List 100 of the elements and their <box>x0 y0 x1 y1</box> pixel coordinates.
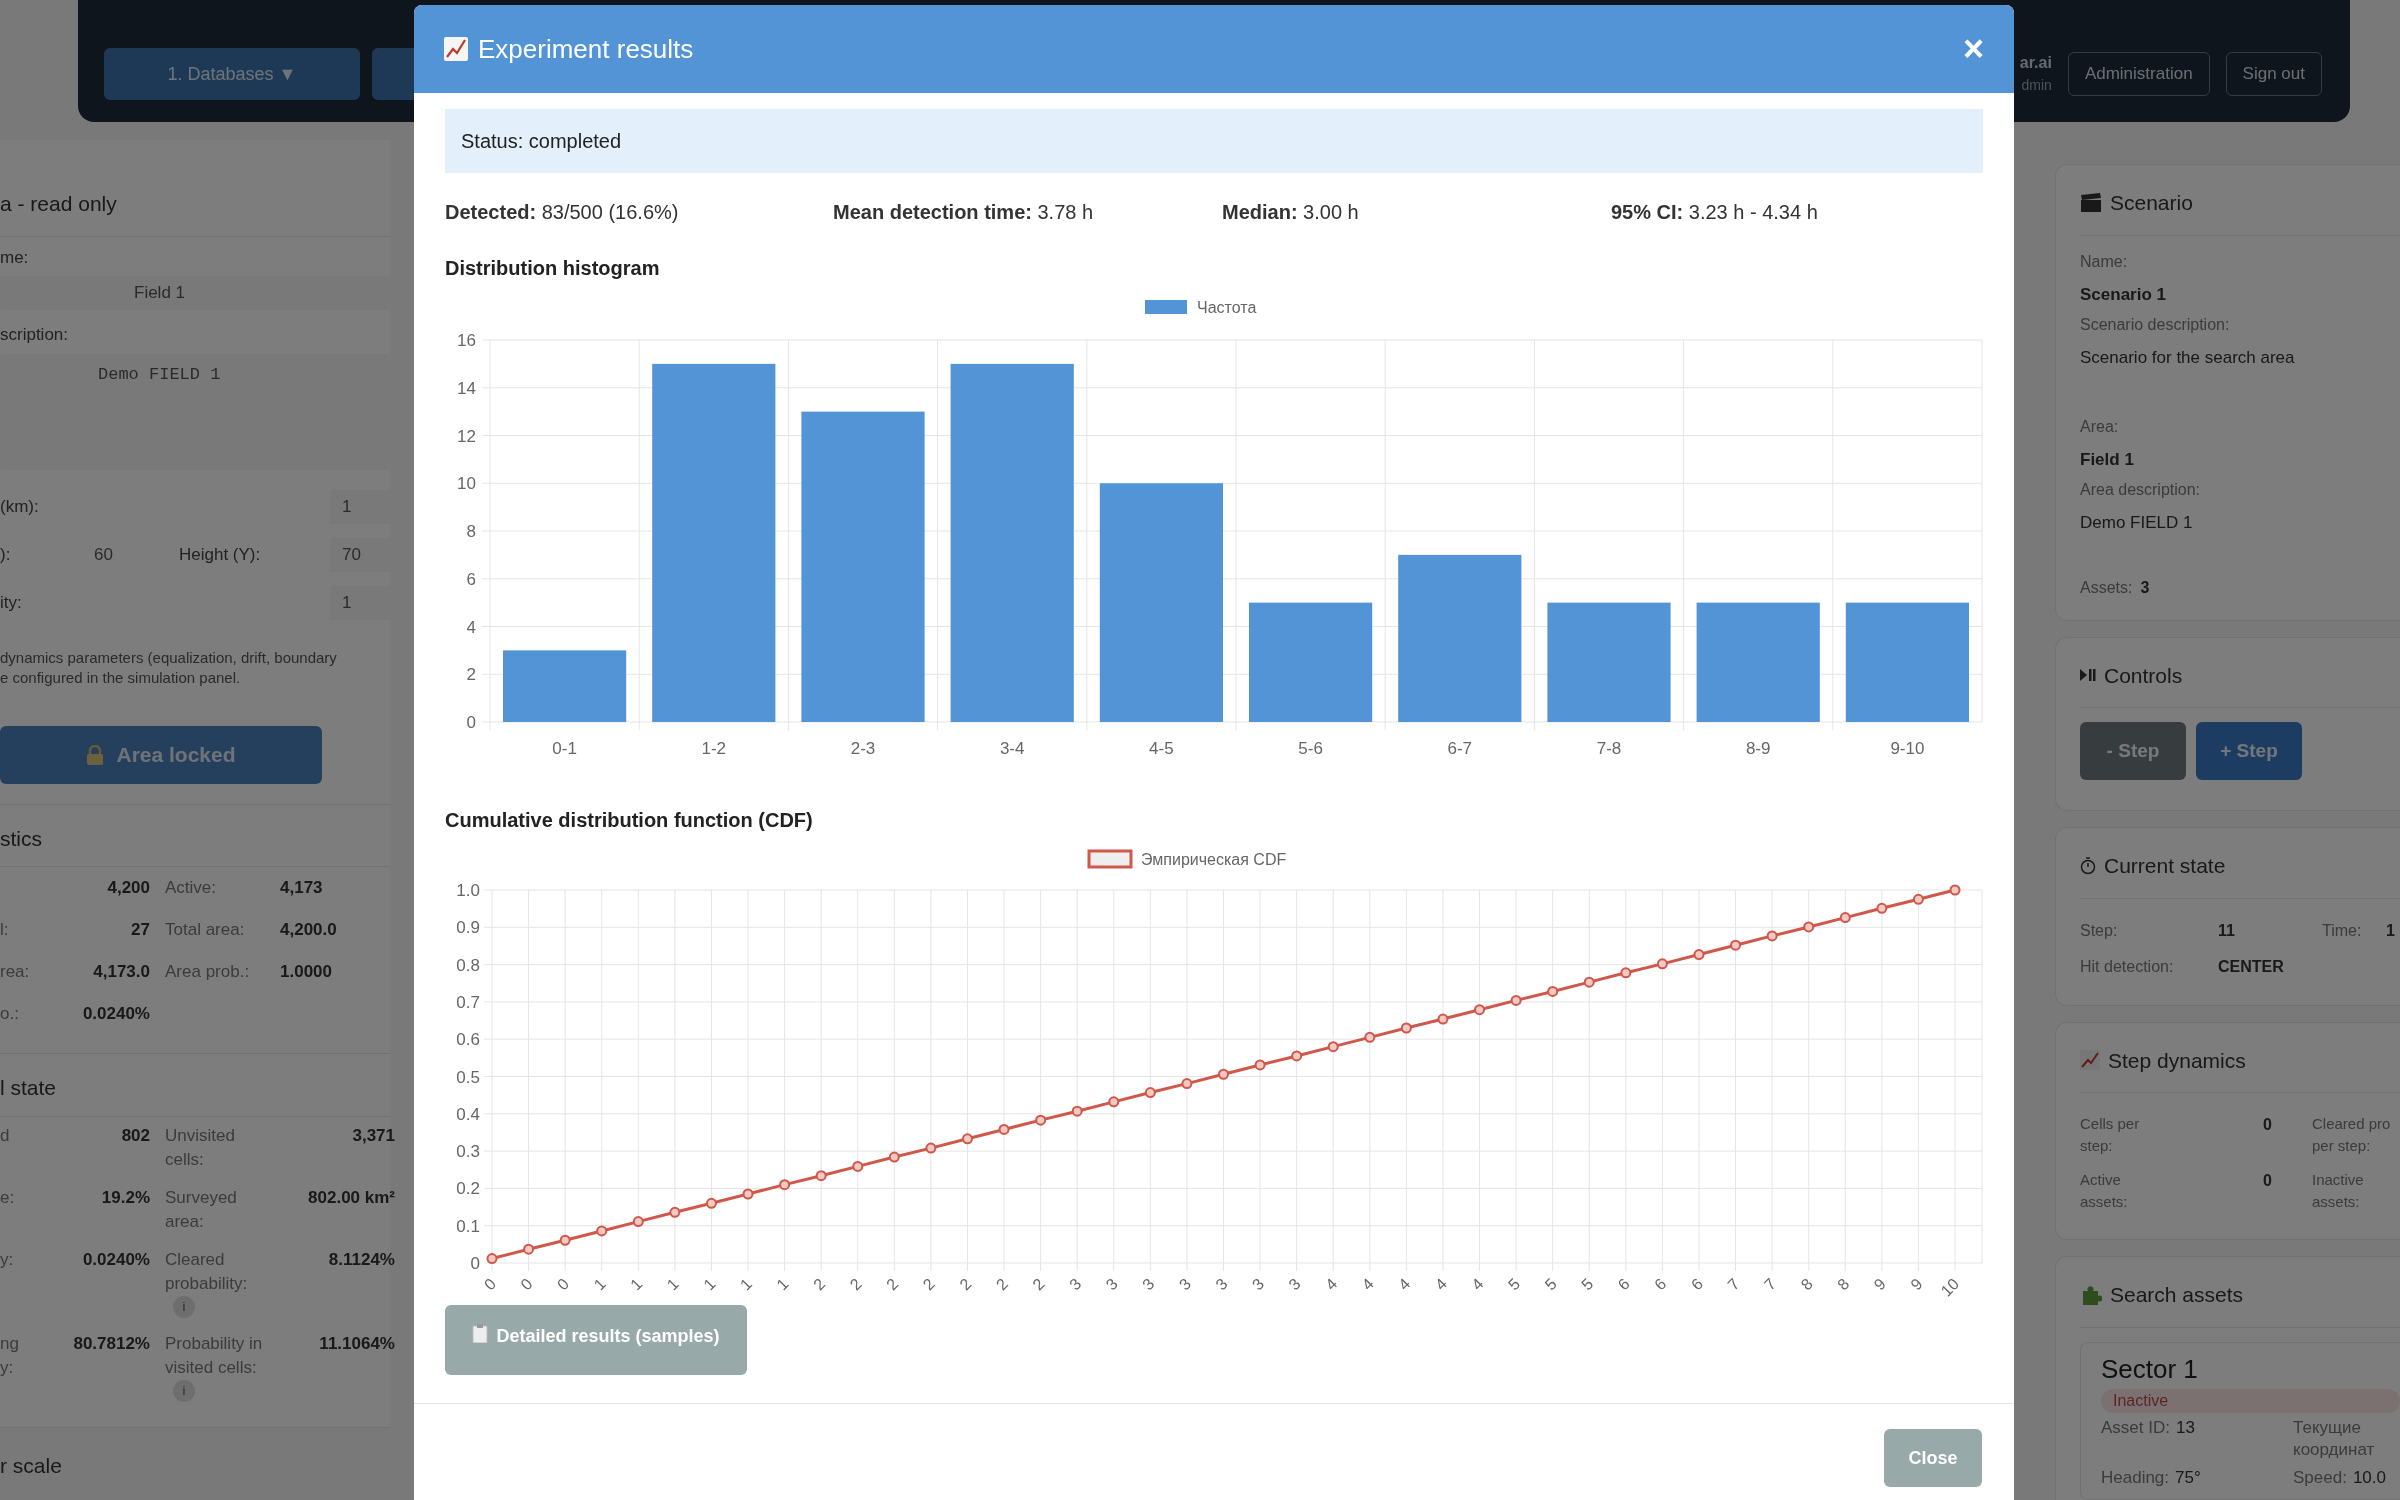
user-role: dmin <box>2021 76 2052 95</box>
axis-label: 0.9 <box>456 918 480 938</box>
data-point <box>742 1188 754 1200</box>
dialog-title: Experiment results <box>478 32 694 66</box>
axis-label: 0.3 <box>456 1142 480 1162</box>
panel-title: Search assets <box>2110 1282 2244 1308</box>
step-button[interactable]: + Step <box>2196 722 2302 780</box>
stat-value: 0.0240% <box>82 1248 150 1271</box>
axis-label: 5 <box>1504 1275 1524 1294</box>
stat-label: e: <box>0 1186 15 1209</box>
axis-label: 14 <box>457 378 476 398</box>
axis-label: 3 <box>1175 1275 1195 1294</box>
close-button[interactable]: × <box>1962 31 1984 67</box>
stat-value: 802.00 km² <box>308 1186 395 1209</box>
stat-value: 11.1064% <box>319 1332 395 1355</box>
chart-icon <box>2080 1050 2100 1071</box>
step-button[interactable]: - Step <box>2080 722 2186 780</box>
number-field[interactable]: 60 <box>94 541 179 568</box>
data-point <box>1620 967 1632 979</box>
panel-title: Step dynamics <box>2108 1047 2246 1074</box>
axis-label: 0 <box>466 713 476 732</box>
stat-value: 4,173 <box>280 877 323 899</box>
data-point <box>1730 939 1742 951</box>
result-stat: 95% CI: 3.23 h - 4.34 h <box>1611 200 1818 225</box>
header-button[interactable]: Sign out <box>2225 51 2322 96</box>
axis-label: 1 <box>590 1275 609 1294</box>
axis-label: 4 <box>1468 1275 1487 1294</box>
stat-value: 0 <box>2263 1171 2272 1191</box>
stat-label: Probability in visited cells: <box>165 1332 263 1379</box>
nav-button[interactable]: 1. Databases ▼ <box>104 48 360 100</box>
stat-label: Inactive assets: <box>2312 1170 2364 1212</box>
axis-label: 12 <box>457 426 476 446</box>
asset-value: 75° <box>2175 1466 2201 1489</box>
field-label: Height (Y): <box>179 543 261 566</box>
data-point <box>1254 1059 1266 1071</box>
stat-value: 27 <box>131 919 150 941</box>
data-point <box>705 1197 717 1209</box>
data-point <box>1291 1050 1303 1062</box>
number-field[interactable]: 1 <box>330 585 390 620</box>
close-button[interactable]: Close <box>1884 1429 1982 1487</box>
legend-label: Эмпирическая CDF <box>1141 851 1287 868</box>
data-point <box>632 1216 644 1228</box>
axis-label: 6 <box>1651 1275 1670 1294</box>
stat-label: ng y: <box>0 1332 19 1379</box>
result-stat: Detected: 83/500 (16.6%) <box>445 200 680 225</box>
user-name: ar.ai <box>2019 53 2052 73</box>
stat-label: Cells per step: <box>2080 1114 2140 1156</box>
axis-label: 3-4 <box>999 739 1025 758</box>
stat-label: d <box>0 1124 10 1147</box>
axis-label: 5 <box>1578 1275 1597 1294</box>
data-point <box>1071 1105 1083 1117</box>
axis-label: 1 <box>627 1275 646 1294</box>
axis-label: 0.8 <box>456 955 480 975</box>
stat-value: 1.0000 <box>280 961 332 983</box>
result-stat: Mean detection time: 3.78 h <box>833 200 1095 225</box>
status-message: Status: completed <box>445 109 1983 173</box>
axis-label: 10 <box>457 474 476 494</box>
axis-label: 0.4 <box>456 1104 480 1124</box>
axis-label: 3 <box>1285 1275 1304 1294</box>
stat-value: 11 <box>2218 920 2235 941</box>
data-point <box>815 1170 827 1182</box>
data-point <box>1400 1022 1412 1034</box>
stat-value: 8.1124% <box>328 1248 395 1271</box>
stat-label: Hit detection: <box>2080 956 2175 977</box>
area-locked-button[interactable]: Area locked <box>0 725 322 784</box>
axis-label: 0.1 <box>456 1216 480 1236</box>
axis-label: 0-1 <box>552 739 577 758</box>
data-point <box>1035 1114 1047 1126</box>
axis-label: 4-5 <box>1149 739 1174 758</box>
axis-label: 7 <box>1760 1275 1780 1294</box>
panel-title: l state <box>0 1054 390 1117</box>
description-field[interactable]: Demo FIELD 1 <box>0 353 390 470</box>
field-label: scription: <box>0 324 70 346</box>
data-point <box>1474 1004 1486 1016</box>
axis-label: 3 <box>1066 1275 1085 1294</box>
axis-label: 6 <box>1687 1275 1707 1294</box>
number-field[interactable]: 1 <box>330 489 390 524</box>
axis-label: 0.7 <box>456 992 480 1012</box>
stat-label: y: <box>0 1248 14 1271</box>
axis-label: 1.0 <box>456 881 480 900</box>
axis-label: 2 <box>883 1275 902 1294</box>
axis-label: 7-8 <box>1596 739 1622 758</box>
field-label: ): <box>0 543 12 566</box>
axis-label: 9 <box>1907 1275 1926 1294</box>
axis-label: 9-10 <box>1890 739 1925 758</box>
asset-label: Speed: <box>2293 1466 2347 1489</box>
name-field[interactable]: Field 1 <box>0 276 390 310</box>
chart-title: Cumulative distribution function (CDF) <box>445 808 814 833</box>
number-field[interactable]: 70 <box>330 537 390 572</box>
stat-value: 1 <box>2386 920 2395 941</box>
stat-label: Time: <box>2322 920 2363 941</box>
info-label: Scenario description: <box>2080 315 2231 335</box>
clapperboard-icon <box>2080 192 2102 213</box>
axis-label: 2 <box>1029 1275 1048 1294</box>
data-point <box>559 1234 571 1246</box>
data-point <box>1364 1031 1376 1043</box>
data-point <box>1181 1078 1193 1090</box>
axis-label: 6 <box>1614 1275 1633 1294</box>
detailed-results-button[interactable]: Detailed results (samples) <box>445 1305 747 1375</box>
header-button[interactable]: Administration <box>2067 51 2210 96</box>
